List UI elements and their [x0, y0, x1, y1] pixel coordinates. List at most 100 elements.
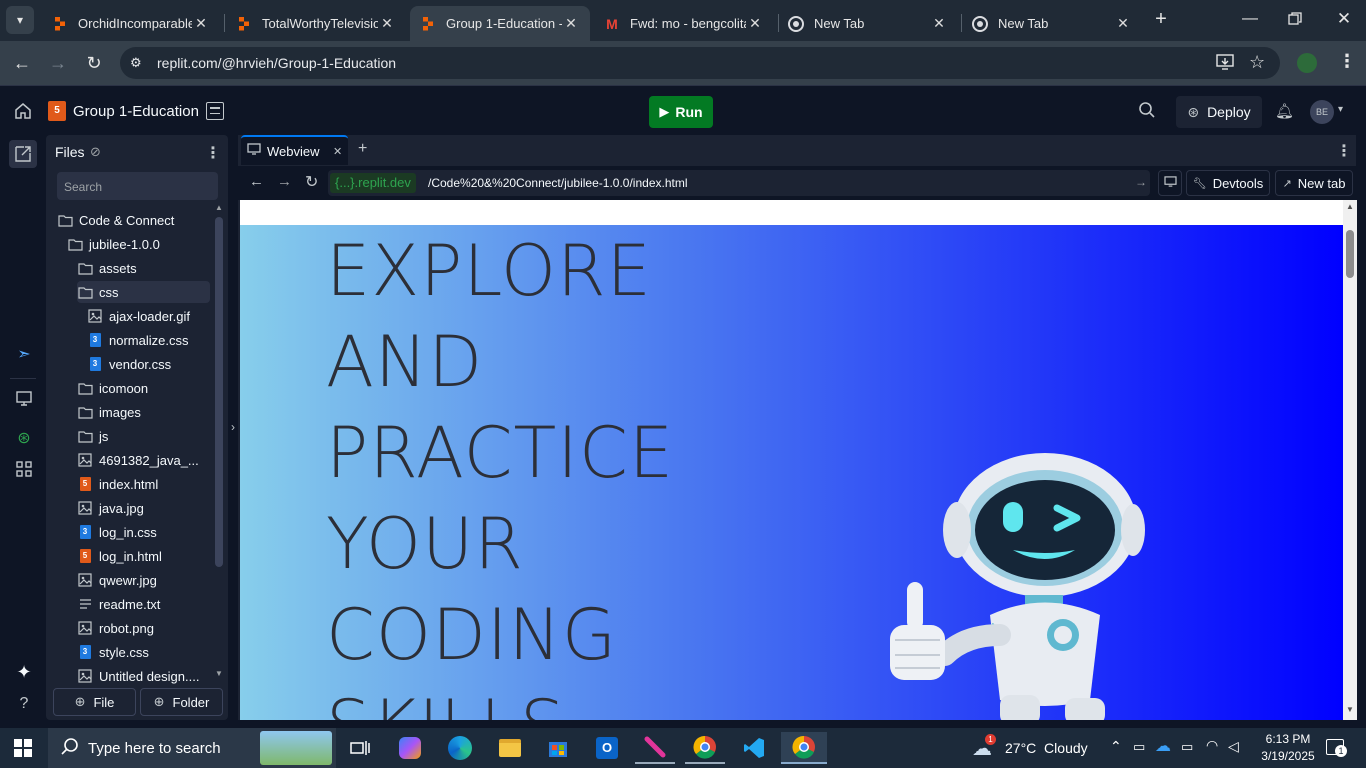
help-icon[interactable]: ?: [12, 692, 36, 716]
webview-reload-icon[interactable]: ↻: [305, 172, 318, 192]
agent-icon[interactable]: ➣: [12, 343, 36, 367]
file-item[interactable]: 3 style.css: [77, 641, 210, 663]
scroll-down-icon[interactable]: ▼: [215, 669, 223, 678]
files-menu-icon[interactable]: ⋮: [205, 143, 221, 163]
folder-item[interactable]: js: [77, 425, 210, 447]
browser-tab-1[interactable]: OrchidIncomparableC ✕: [42, 6, 220, 41]
close-icon[interactable]: ✕: [378, 15, 396, 32]
close-icon[interactable]: ✕: [1114, 15, 1132, 32]
close-icon[interactable]: ✕: [930, 15, 948, 32]
webview-tool-icon[interactable]: [12, 391, 36, 415]
webview-back-icon[interactable]: ←: [249, 173, 264, 190]
battery-icon[interactable]: ▭: [1181, 739, 1193, 755]
scroll-down-icon[interactable]: ▼: [1346, 705, 1354, 714]
url-text[interactable]: replit.com/@hrvieh/Group-1-Education: [157, 55, 396, 71]
close-icon[interactable]: ✕: [746, 15, 764, 32]
folder-item[interactable]: Code & Connect: [57, 209, 210, 231]
file-item[interactable]: 3 log_in.css: [77, 521, 210, 543]
microsoft-store-icon[interactable]: [538, 732, 578, 764]
close-icon[interactable]: ✕: [562, 15, 580, 32]
page-scroll-thumb[interactable]: [1346, 230, 1354, 278]
profile-avatar[interactable]: [1297, 53, 1317, 73]
deployments-tool-icon[interactable]: ⊛: [12, 427, 36, 451]
repl-info-icon[interactable]: [206, 102, 224, 120]
webview-forward-icon[interactable]: →: [277, 173, 292, 190]
file-item[interactable]: Untitled design....: [77, 665, 210, 687]
files-tool-icon[interactable]: [9, 140, 37, 168]
browser-menu-icon[interactable]: ⋮: [1338, 51, 1356, 72]
devtools-button[interactable]: 🔧︎ Devtools: [1186, 170, 1270, 196]
file-item[interactable]: 3 normalize.css: [87, 329, 210, 351]
restore-button[interactable]: [1288, 12, 1304, 28]
notification-center-icon[interactable]: 1: [1326, 739, 1347, 757]
forward-button[interactable]: →: [46, 51, 70, 75]
scroll-up-icon[interactable]: ▲: [1346, 202, 1354, 211]
windows-start-icon[interactable]: [14, 739, 32, 757]
open-new-tab-button[interactable]: ↗ New tab: [1275, 170, 1353, 196]
page-scrollbar[interactable]: ▲ ▼: [1343, 200, 1357, 720]
file-item[interactable]: robot.png: [77, 617, 210, 639]
folder-item[interactable]: images: [77, 401, 210, 423]
browser-tab-4[interactable]: M Fwd: mo - bengcolita ✕: [594, 6, 774, 41]
bookmark-star-icon[interactable]: ☆: [1249, 52, 1265, 73]
chrome-taskbar-icon[interactable]: [685, 732, 725, 764]
device-toggle-button[interactable]: [1158, 170, 1182, 196]
file-item[interactable]: ajax-loader.gif: [87, 305, 210, 327]
file-item[interactable]: 3 vendor.css: [87, 353, 210, 375]
home-icon[interactable]: [14, 102, 34, 122]
files-scrollbar[interactable]: [215, 217, 223, 567]
folder-item[interactable]: jubilee-1.0.0: [67, 233, 210, 255]
chrome-active-icon[interactable]: [781, 732, 827, 764]
collapse-panel-handle[interactable]: ›: [231, 420, 235, 434]
file-search-input[interactable]: Search: [57, 172, 218, 200]
clock-time[interactable]: 6:13 PM: [1258, 732, 1318, 746]
browser-tab-2[interactable]: TotalWorthyTelevision ✕: [226, 6, 406, 41]
browser-tab-6[interactable]: New Tab ✕: [962, 6, 1142, 41]
file-item[interactable]: qwewr.jpg: [77, 569, 210, 591]
pen-app-icon[interactable]: [635, 732, 675, 764]
site-info-icon[interactable]: ⚙: [130, 55, 142, 71]
webview-page[interactable]: EXPLORE AND PRACTICE YOUR CODING SKILLS: [240, 200, 1343, 720]
meet-now-icon[interactable]: ▭: [1133, 739, 1145, 755]
sparkle-icon[interactable]: ✦: [12, 660, 36, 684]
task-view-icon[interactable]: [340, 732, 380, 764]
new-folder-button[interactable]: ⊕ Folder: [140, 688, 223, 716]
weather-widget[interactable]: ☁ 1 27°C Cloudy: [970, 734, 1090, 762]
deploy-button[interactable]: ⊛ Deploy: [1176, 96, 1262, 128]
new-file-button[interactable]: ⊕ File: [53, 688, 136, 716]
chevron-down-icon[interactable]: ▾: [1338, 104, 1343, 115]
user-avatar[interactable]: BE: [1310, 100, 1334, 124]
close-icon[interactable]: ✕: [192, 15, 210, 32]
run-button[interactable]: ▶ Run: [649, 96, 713, 128]
folder-item[interactable]: css: [77, 281, 210, 303]
install-app-icon[interactable]: [1216, 54, 1236, 72]
file-item[interactable]: 4691382_java_...: [77, 449, 210, 471]
file-explorer-icon[interactable]: [490, 732, 530, 764]
tab-search-button[interactable]: ▾: [6, 6, 34, 34]
close-icon[interactable]: ✕: [333, 145, 342, 158]
folder-item[interactable]: assets: [77, 257, 210, 279]
file-item[interactable]: 5 log_in.html: [77, 545, 210, 567]
notification-bell-icon[interactable]: 🔔︎: [1275, 102, 1294, 120]
file-item[interactable]: 5 index.html: [77, 473, 210, 495]
back-button[interactable]: ←: [10, 51, 34, 75]
reload-button[interactable]: ↻: [82, 51, 106, 75]
file-item[interactable]: java.jpg: [77, 497, 210, 519]
vscode-icon[interactable]: [734, 732, 774, 764]
webview-url-field[interactable]: {...}.replit.dev /Code%20&%20Connect/jub…: [328, 170, 1150, 196]
close-window-button[interactable]: ✕: [1334, 9, 1354, 29]
wifi-icon[interactable]: ◠: [1206, 737, 1218, 754]
edge-icon[interactable]: [440, 732, 480, 764]
tray-overflow-icon[interactable]: ⌃: [1110, 738, 1122, 755]
folder-item[interactable]: icomoon: [77, 377, 210, 399]
outlook-icon[interactable]: O: [587, 732, 627, 764]
new-tab-button[interactable]: +: [1150, 8, 1172, 32]
browser-tab-3-active[interactable]: Group 1-Education - R ✕: [410, 6, 590, 41]
open-arrow-icon[interactable]: →: [1135, 175, 1147, 189]
clock-date[interactable]: 3/19/2025: [1256, 749, 1320, 763]
minimize-button[interactable]: —: [1240, 10, 1260, 30]
webview-tab[interactable]: Webview ✕: [241, 135, 348, 165]
file-item[interactable]: readme.txt: [77, 593, 210, 615]
search-icon[interactable]: [1138, 101, 1158, 121]
volume-icon[interactable]: ◁: [1228, 738, 1239, 755]
